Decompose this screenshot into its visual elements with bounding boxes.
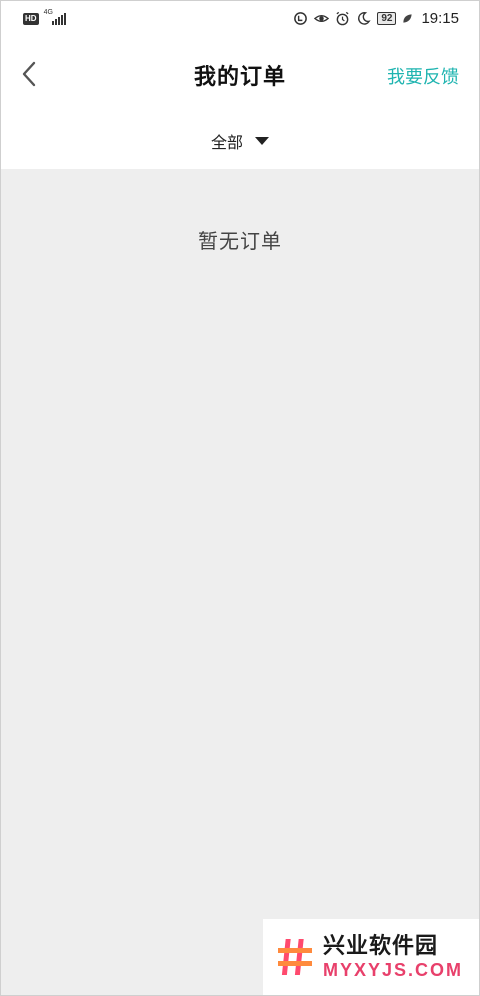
- filter-selected-label: 全部: [210, 133, 243, 152]
- filter-row: 全部: [1, 113, 479, 169]
- battery-indicator: 92: [377, 12, 397, 25]
- empty-state-message: 暂无订单: [198, 229, 282, 253]
- data-saver-icon: [294, 12, 308, 25]
- signal-icon: 4G: [44, 9, 66, 27]
- status-left: HD 4G: [23, 9, 66, 27]
- eye-comfort-icon: [314, 14, 330, 23]
- feedback-link[interactable]: 我要反馈: [387, 63, 459, 89]
- hash-logo-icon: [275, 936, 315, 978]
- watermark-cn: 兴业软件园: [323, 934, 439, 959]
- nav-bar: 我的订单 我要反馈: [1, 37, 479, 113]
- order-filter-dropdown[interactable]: 全部: [211, 129, 269, 153]
- caret-down-icon: [255, 137, 269, 145]
- watermark-en: MYXYJS.COM: [323, 960, 464, 980]
- status-time: 19:15: [421, 10, 459, 27]
- site-watermark: 兴业软件园 MYXYJS.COM: [263, 919, 479, 995]
- watermark-text: 兴业软件园 MYXYJS.COM: [323, 934, 463, 980]
- alarm-icon: [336, 11, 349, 26]
- signal-bars: [51, 13, 66, 25]
- hd-badge: HD: [23, 13, 39, 25]
- status-right: 92 19:15: [293, 10, 459, 27]
- order-list-area: 暂无订单: [1, 169, 479, 995]
- leaf-icon: [403, 14, 413, 23]
- app-frame: HD 4G 92 19:15 我的订单 我要反馈 全部 暂无订单 兴业软件园 M…: [0, 0, 480, 996]
- moon-icon: [358, 12, 371, 25]
- status-bar: HD 4G 92 19:15: [1, 1, 479, 37]
